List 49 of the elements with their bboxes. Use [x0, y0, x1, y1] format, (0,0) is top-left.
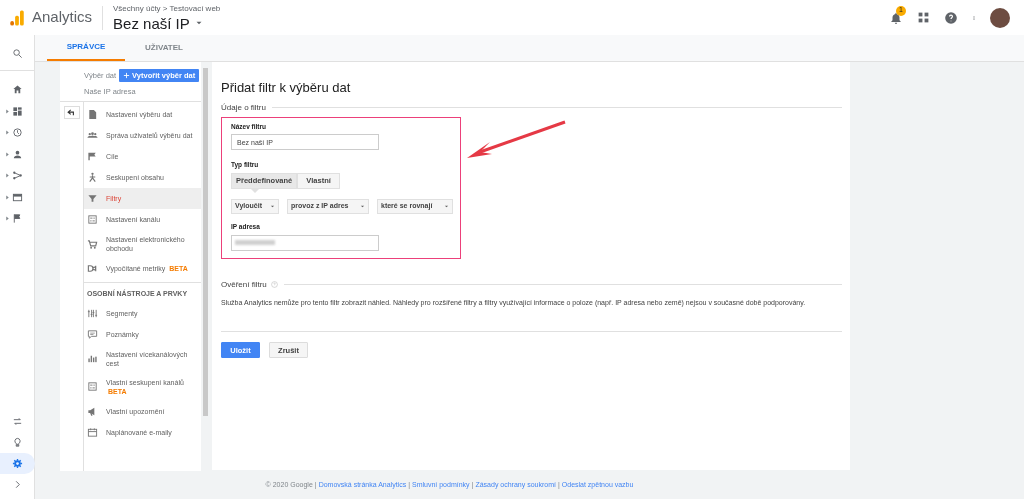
swap-arrows-icon: [11, 416, 23, 427]
home-icon: [11, 84, 23, 96]
expand-arrow-icon: [4, 151, 10, 157]
apps-grid-icon: [917, 11, 930, 24]
caret-icon: [270, 204, 275, 209]
back-button[interactable]: [63, 106, 80, 120]
section-title: Údaje o filtru: [221, 101, 266, 114]
flag-icon: [87, 151, 98, 163]
segments-icon: [87, 307, 98, 319]
avatar[interactable]: [990, 7, 1010, 28]
view-selector[interactable]: Bez naší IP: [113, 15, 221, 31]
blurred-value: [235, 240, 275, 246]
channel-settings-icon: [87, 214, 98, 226]
browser-window-icon: [11, 191, 23, 203]
cart-icon: [87, 238, 98, 250]
flag-icon: [11, 213, 23, 225]
document-icon: [87, 109, 98, 121]
search-icon: [11, 48, 23, 59]
lightbulb-icon: [11, 437, 23, 448]
expand-arrow-icon: [4, 130, 10, 136]
section-title: Ověření filtru: [221, 278, 267, 291]
breadcrumb[interactable]: Všechny účty > Testovací web: [113, 4, 221, 13]
bar-chart-icon: [87, 353, 98, 365]
page-title: Přidat filtr k výběru dat: [221, 79, 352, 97]
settings-icon: [11, 458, 23, 469]
bell-icon: [889, 10, 903, 25]
expand-arrow-icon: [4, 194, 10, 200]
speech-bubble-icon: [87, 328, 98, 340]
caret-icon: [444, 204, 449, 209]
input-field[interactable]: [231, 234, 379, 251]
back-arrow-icon: [67, 109, 76, 117]
calendar-icon: [87, 426, 98, 438]
expand-arrow-icon: [4, 108, 10, 114]
app-name: Analytics: [32, 7, 93, 28]
dashboard-icon: [11, 105, 23, 117]
filter-icon: [87, 193, 98, 205]
scrollbar[interactable]: [203, 68, 208, 416]
expand-arrow-icon: [4, 216, 10, 222]
channel-settings-icon: [87, 381, 98, 393]
tab[interactable]: UŽIVATEL: [125, 35, 203, 61]
help-icon: [944, 10, 958, 25]
help-icon: [270, 281, 278, 289]
expand-arrow-icon: [4, 173, 10, 179]
caret-icon: [360, 204, 365, 209]
person-icon: [11, 148, 23, 160]
branch-icon: [11, 170, 23, 182]
hierarchy-icon: [87, 172, 98, 184]
clock-icon: [11, 127, 23, 139]
plus-icon: [123, 72, 131, 79]
